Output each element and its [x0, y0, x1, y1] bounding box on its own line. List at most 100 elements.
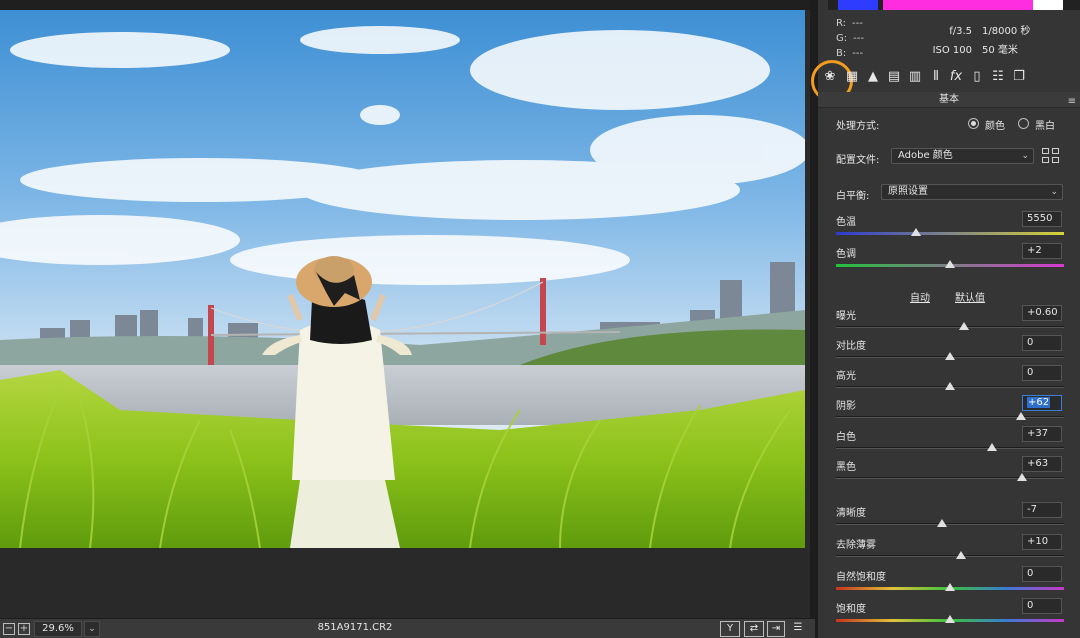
treatment-label: 处理方式: [836, 121, 880, 132]
exposure-slider-track[interactable] [836, 326, 1064, 328]
camera-info: f/3.5 1/8000 秒 ISO 100 50 毫米 [928, 22, 1031, 60]
whites-slider-thumb[interactable] [987, 443, 998, 451]
status-bar: − + 29.6% ⌄ 851A9171.CR2 Y ⇄ ⇥ ☰ [0, 618, 815, 638]
histogram-blue-channel [838, 0, 878, 10]
contrast-value-field[interactable]: 0 [1022, 335, 1062, 351]
saturation-slider-thumb[interactable] [945, 615, 955, 623]
whites-value: +37 [1027, 428, 1049, 439]
snapshots-icon[interactable]: ❐ [1011, 69, 1027, 85]
histogram [828, 0, 1080, 10]
white-balance-select[interactable]: 原照设置 ⌄ [881, 184, 1063, 200]
clarity-slider-track[interactable] [836, 523, 1064, 525]
dehaze-value-field[interactable]: +10 [1022, 534, 1062, 550]
swap-settings-icon[interactable]: ⇄ [744, 621, 764, 637]
image-viewport[interactable] [0, 0, 815, 618]
iso-value: ISO 100 [932, 45, 972, 56]
clarity-label: 清晰度 [836, 508, 866, 519]
saturation-value-field[interactable]: 0 [1022, 598, 1062, 614]
dehaze-slider-track[interactable] [836, 555, 1064, 557]
clarity-value: -7 [1027, 504, 1037, 515]
basic-tool-icon[interactable]: ❀ [811, 60, 853, 102]
contrast-slider-thumb[interactable] [945, 352, 955, 360]
shadows-value: +62 [1027, 397, 1051, 408]
treatment-color-label[interactable]: 颜色 [985, 117, 1005, 132]
blacks-value-field[interactable]: +63 [1022, 456, 1062, 472]
zoom-out-icon[interactable]: − [3, 623, 15, 635]
profile-select[interactable]: Adobe 颜色 ⌄ [891, 148, 1034, 164]
zoom-level-field[interactable]: 29.6% [34, 621, 82, 637]
preview-image[interactable] [0, 10, 805, 548]
whites-value-field[interactable]: +37 [1022, 426, 1062, 442]
treatment-bw-label[interactable]: 黑白 [1035, 117, 1055, 132]
treatment-color-radio[interactable] [968, 118, 979, 129]
clarity-value-field[interactable]: -7 [1022, 502, 1062, 518]
default-link[interactable]: 默认值 [955, 289, 985, 304]
detail-icon[interactable]: ▲ [865, 69, 881, 85]
tint-label: 色调 [836, 249, 856, 260]
preview-preferences-icon[interactable]: ☰ [789, 621, 807, 637]
effects-icon[interactable]: fx [948, 69, 964, 85]
section-menu-icon[interactable]: ≡ [1068, 94, 1076, 110]
copy-settings-icon[interactable]: ⇥ [767, 621, 785, 637]
b-value: --- [852, 48, 864, 59]
chevron-down-icon: ⌄ [1021, 151, 1029, 161]
white-balance-label: 白平衡: [836, 191, 870, 202]
shadows-slider-thumb[interactable] [1015, 412, 1026, 420]
whites-slider-track[interactable] [836, 447, 1064, 449]
exposure-value: +0.60 [1027, 307, 1058, 318]
chevron-down-icon: ⌄ [1050, 187, 1058, 197]
presets-icon[interactable]: ☷ [990, 69, 1006, 85]
focal-length-value: 50 毫米 [982, 45, 1018, 56]
lens-corrections-icon[interactable]: ⦀ [928, 69, 944, 85]
temp-value: 5550 [1027, 213, 1053, 224]
hsl-icon[interactable]: ▤ [886, 69, 902, 85]
profile-label: 配置文件: [836, 155, 880, 166]
tint-value-field[interactable]: +2 [1022, 243, 1062, 259]
tone-curve-icon[interactable]: ▦ [844, 69, 860, 85]
g-label: G: [836, 33, 848, 44]
blacks-label: 黑色 [836, 462, 856, 473]
saturation-label: 饱和度 [836, 604, 866, 615]
section-title: 基本 [939, 94, 959, 105]
exposure-slider-thumb[interactable] [958, 322, 969, 330]
blacks-slider-track[interactable] [836, 477, 1064, 479]
zoom-dropdown-chevron-icon[interactable]: ⌄ [84, 621, 100, 637]
rgb-readout: R: --- G: --- B: --- [836, 16, 864, 61]
shadows-slider-track[interactable] [836, 416, 1064, 418]
temp-value-field[interactable]: 5550 [1022, 211, 1062, 227]
before-after-toggle-icon[interactable]: Y [720, 621, 740, 637]
auto-link[interactable]: 自动 [910, 289, 930, 304]
white-balance-value: 原照设置 [888, 186, 928, 197]
filename-label: 851A9171.CR2 [317, 622, 393, 633]
tint-slider-thumb[interactable] [945, 260, 955, 268]
exposure-value-field[interactable]: +0.60 [1022, 305, 1062, 321]
camera-calibration-icon[interactable]: ▯ [969, 69, 985, 85]
histogram-magenta-channel [883, 0, 1033, 10]
whites-label: 白色 [836, 432, 856, 443]
blacks-slider-thumb[interactable] [1016, 473, 1027, 481]
profile-browser-icon[interactable] [1042, 148, 1060, 164]
dehaze-slider-thumb[interactable] [956, 551, 967, 559]
shadows-value-field[interactable]: +62 [1022, 395, 1062, 411]
zoom-in-icon[interactable]: + [18, 623, 30, 635]
basic-section-header: 基本 ≡ [818, 92, 1080, 108]
exposure-label: 曝光 [836, 311, 856, 322]
vibrance-value: 0 [1027, 568, 1034, 579]
panel-tabs: ❀ ▦ ▲ ▤ ▥ ⦀ fx ▯ ☷ ❐ [811, 60, 1080, 102]
vibrance-value-field[interactable]: 0 [1022, 566, 1062, 582]
b-label: B: [836, 48, 847, 59]
contrast-value: 0 [1027, 337, 1034, 348]
tint-value: +2 [1027, 245, 1042, 256]
temp-slider-track[interactable] [836, 232, 1064, 235]
clarity-slider-thumb[interactable] [937, 519, 948, 527]
temp-slider-thumb[interactable] [910, 228, 921, 236]
shadows-label: 阴影 [836, 401, 856, 412]
highlights-value-field[interactable]: 0 [1022, 365, 1062, 381]
shutter-value: 1/8000 秒 [982, 26, 1031, 37]
treatment-bw-radio[interactable] [1018, 118, 1029, 129]
r-label: R: [836, 18, 847, 29]
split-toning-icon[interactable]: ▥ [907, 69, 923, 85]
highlights-slider-thumb[interactable] [945, 382, 955, 390]
vibrance-slider-thumb[interactable] [945, 583, 955, 591]
dehaze-label: 去除薄雾 [836, 540, 876, 551]
